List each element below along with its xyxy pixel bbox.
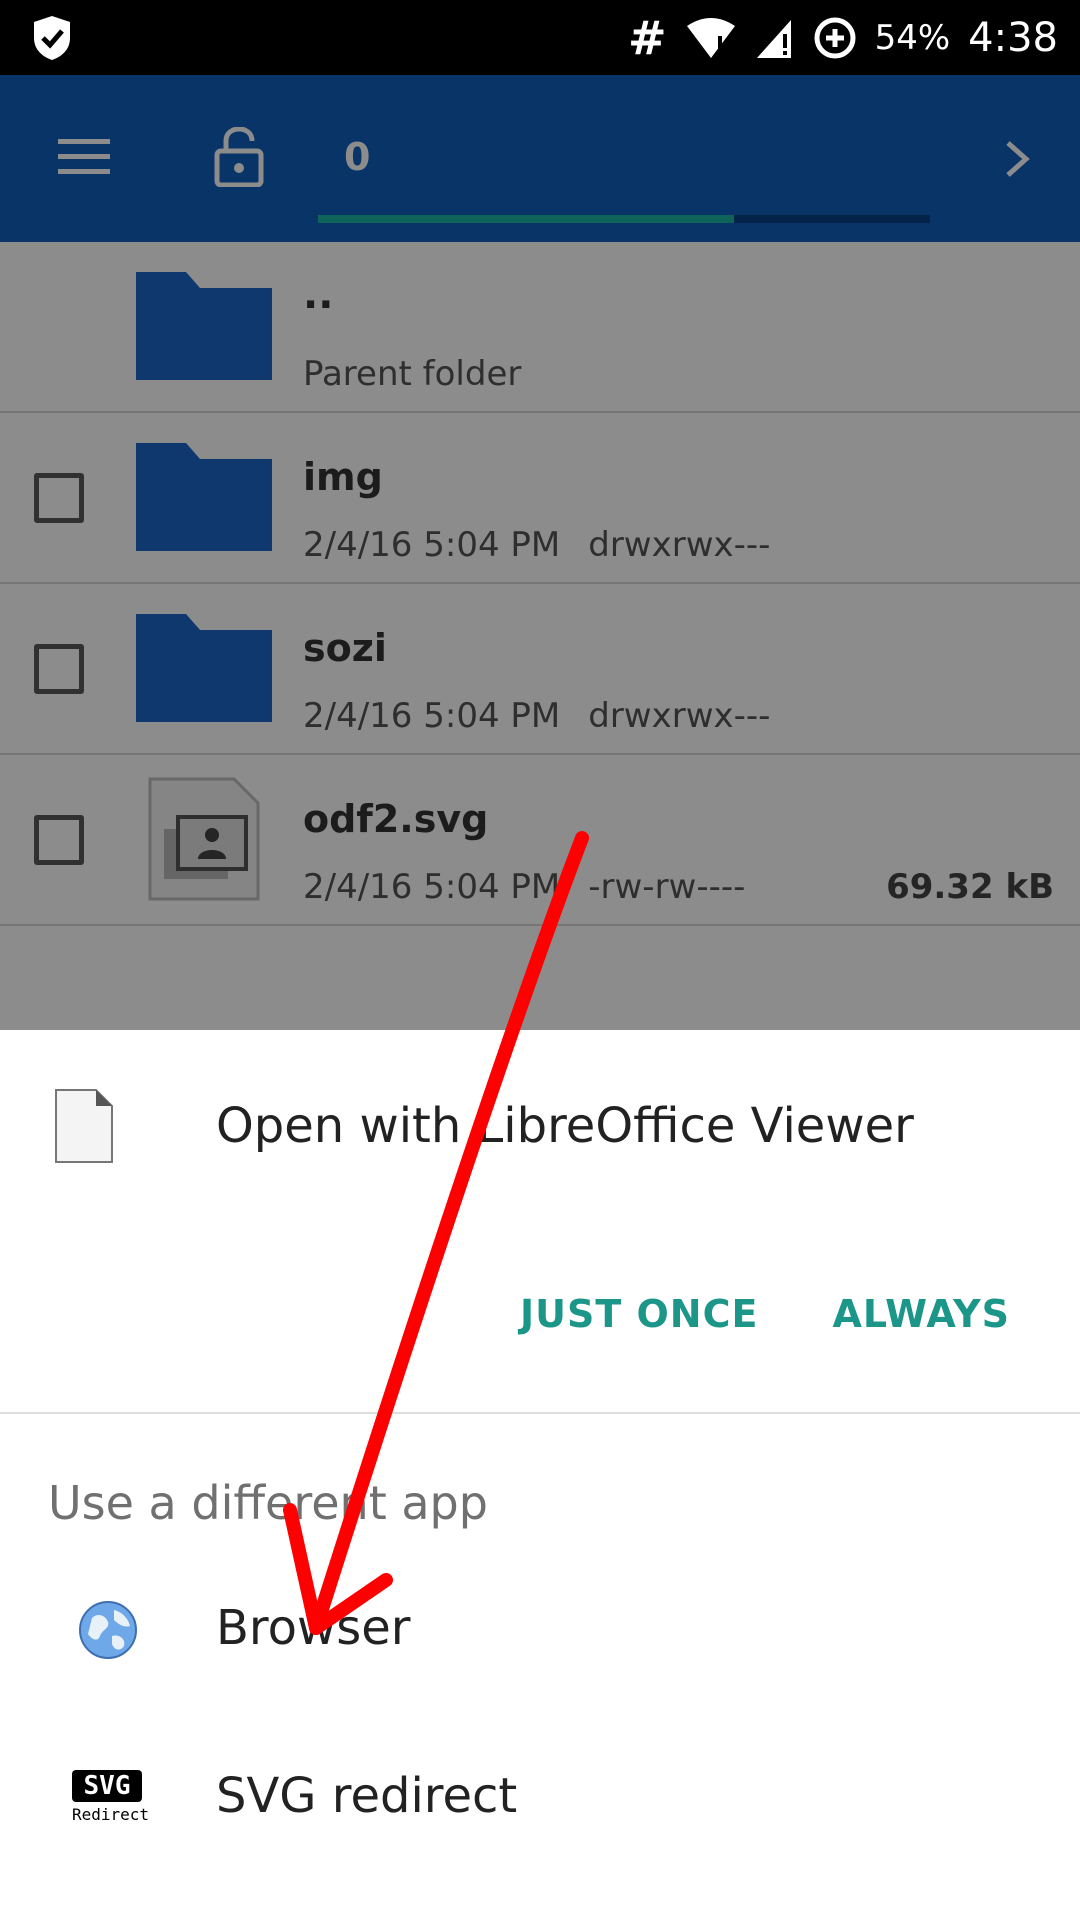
shield-icon [34, 16, 70, 60]
always-button[interactable]: ALWAYS [832, 1292, 1010, 1336]
divider [0, 1412, 1080, 1414]
signal-icon [756, 19, 791, 58]
app-option-svg-redirect[interactable]: SVG Redirect SVG redirect [0, 1728, 1080, 1878]
app-option-browser[interactable]: Browser [0, 1560, 1080, 1710]
hash-icon: # [628, 10, 667, 65]
wifi-icon [686, 17, 735, 58]
app-chooser-sheet: Open with LibreOffice Viewer JUST ONCE A… [0, 1030, 1080, 1920]
svg-redirect-icon: SVG Redirect [72, 1770, 150, 1824]
chooser-actions: JUST ONCE ALWAYS [520, 1292, 1010, 1336]
dim-overlay[interactable] [0, 75, 1080, 1030]
clock: 4:38 [968, 14, 1058, 61]
use-different-app-heading: Use a different app [48, 1476, 488, 1530]
just-once-button[interactable]: JUST ONCE [520, 1292, 758, 1336]
app-option-label: Browser [216, 1600, 411, 1656]
globe-icon [79, 1601, 137, 1659]
open-with-title: Open with LibreOffice Viewer [216, 1098, 914, 1154]
libreoffice-document-icon [55, 1089, 113, 1163]
battery-percent: 54% [874, 17, 951, 58]
app-option-label: SVG redirect [216, 1768, 518, 1824]
status-bar: # 54% 4:38 [0, 0, 1080, 75]
data-saver-icon [814, 17, 856, 58]
